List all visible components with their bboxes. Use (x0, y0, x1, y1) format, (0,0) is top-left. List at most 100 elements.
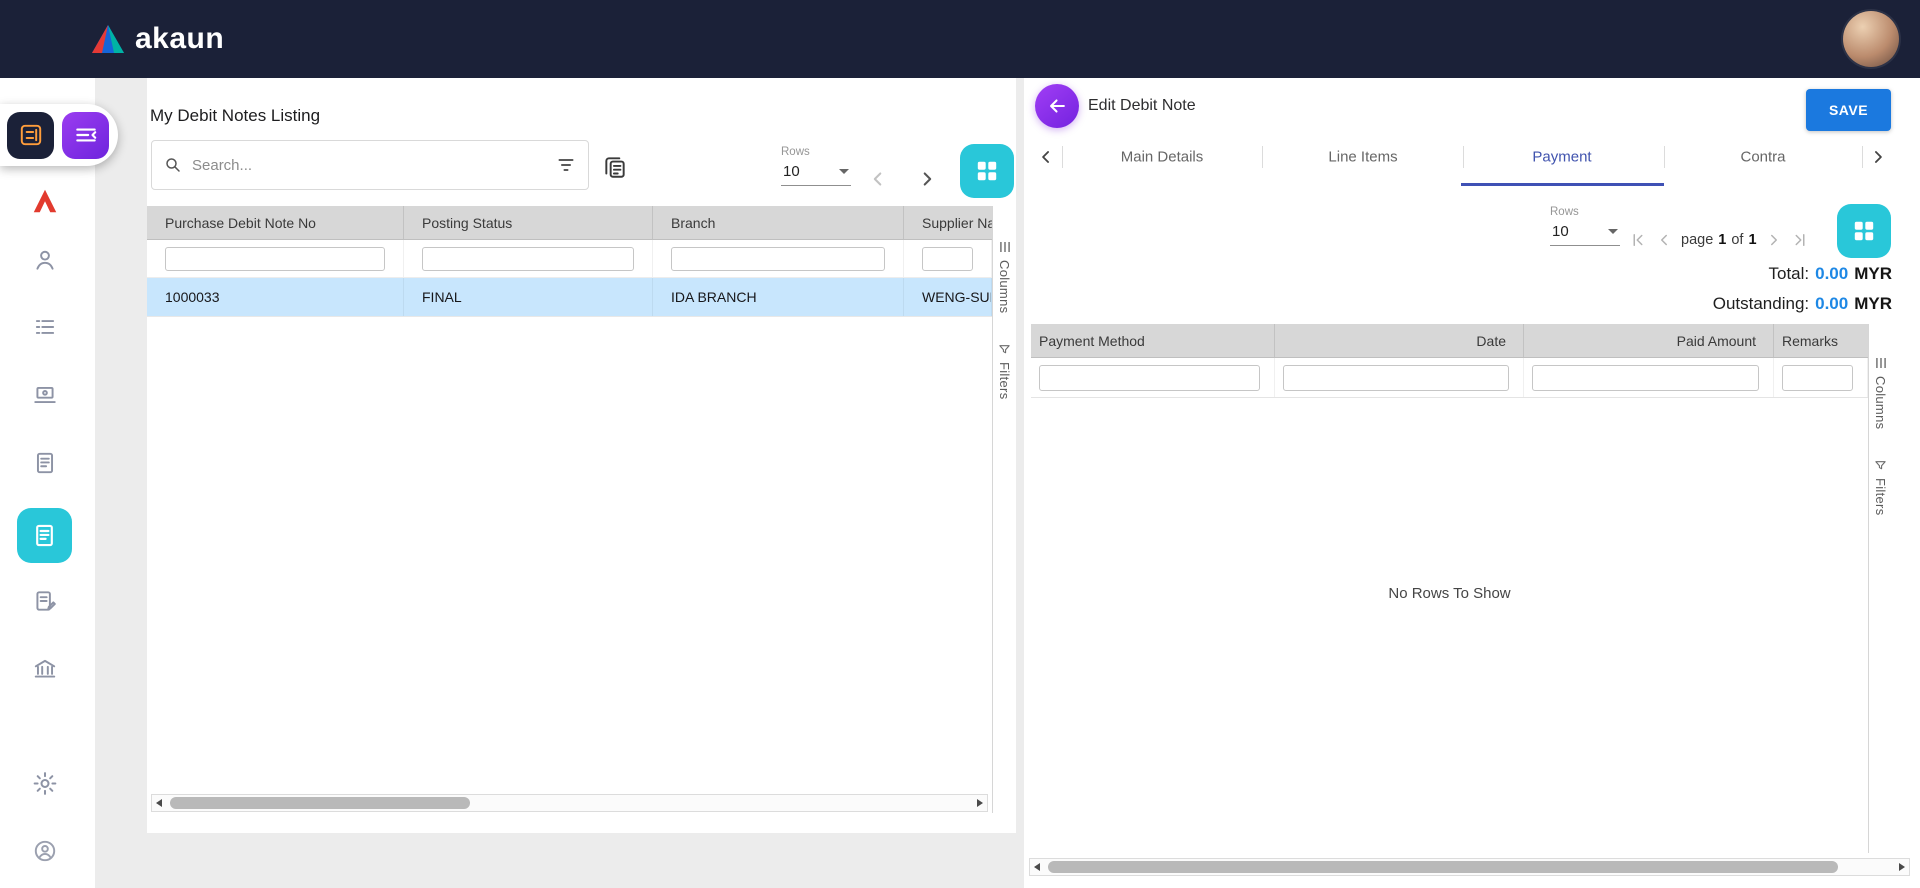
grid-icon (974, 158, 1000, 184)
filter-list-icon[interactable] (556, 155, 576, 175)
sidebar-quick-pill (0, 104, 118, 166)
payments-table: Payment Method Date Paid Amount Remarks (1031, 324, 1868, 398)
gear-icon (32, 770, 59, 797)
filter-input-paid-amount[interactable] (1532, 365, 1759, 391)
horizontal-scrollbar[interactable] (1029, 858, 1910, 876)
columns-tool-tab[interactable]: Columns (1873, 356, 1888, 429)
invoice-icon (31, 522, 58, 549)
scroll-right-arrow[interactable] (1895, 859, 1909, 875)
filter-input-branch[interactable] (671, 247, 885, 271)
outstanding-amount: Outstanding: 0.00 MYR (1713, 294, 1892, 314)
sidebar-item-settings[interactable] (32, 770, 59, 797)
column-header-purchase-debit-note-no[interactable]: Purchase Debit Note No (147, 206, 404, 239)
debit-notes-table: Purchase Debit Note No Posting Status Br… (147, 206, 992, 317)
rows-label: Rows (1550, 206, 1620, 218)
total-currency: MYR (1854, 264, 1892, 284)
filters-tab-label: Filters (997, 362, 1012, 400)
cell-posting-status: FINAL (404, 278, 653, 316)
column-header-supplier-name[interactable]: Supplier Na (904, 206, 992, 239)
column-header-posting-status[interactable]: Posting Status (404, 206, 653, 239)
scrollbar-thumb[interactable] (1048, 861, 1838, 873)
outstanding-value: 0.00 (1815, 294, 1848, 314)
cell-supplier-name: WENG-SUP (904, 278, 992, 316)
sidebar-item-debit-notes-active[interactable] (17, 508, 72, 563)
tab-payment[interactable]: Payment (1532, 149, 1591, 166)
bank-icon (32, 656, 58, 682)
copy-listing-button[interactable] (602, 154, 628, 180)
filter-input-date[interactable] (1283, 365, 1509, 391)
red-logo-icon (30, 186, 60, 216)
column-header-paid-amount[interactable]: Paid Amount (1524, 324, 1774, 357)
chevron-down-icon (1608, 229, 1618, 234)
rows-select[interactable]: 10 (781, 163, 851, 186)
user-avatar[interactable] (1843, 11, 1899, 67)
column-header-branch[interactable]: Branch (653, 206, 904, 239)
previous-page-button[interactable] (867, 168, 889, 190)
person-icon (32, 247, 58, 273)
filter-input-purchase-debit-note-no[interactable] (165, 247, 385, 271)
debit-notes-listing-panel: My Debit Notes Listing Rows 10 (147, 78, 1016, 833)
scroll-right-arrow[interactable] (973, 795, 987, 811)
tab-line-items[interactable]: Line Items (1328, 149, 1397, 166)
sidebar-item-bank[interactable] (32, 656, 58, 682)
next-page-button[interactable] (1765, 231, 1783, 249)
search-bar (151, 140, 589, 190)
filter-input-remarks[interactable] (1782, 365, 1853, 391)
column-header-payment-method[interactable]: Payment Method (1031, 324, 1275, 357)
table-filter-row (1031, 358, 1868, 398)
scroll-left-arrow[interactable] (152, 795, 166, 811)
grid-view-button[interactable] (960, 144, 1014, 198)
outstanding-label: Outstanding: (1713, 294, 1809, 314)
filter-input-posting-status[interactable] (422, 247, 634, 271)
search-input[interactable] (192, 157, 546, 174)
column-header-remarks[interactable]: Remarks (1774, 324, 1868, 357)
scrollbar-thumb[interactable] (170, 797, 470, 809)
cell-branch: IDA BRANCH (653, 278, 904, 316)
sidebar-item-documents[interactable] (32, 588, 58, 614)
chevron-down-icon (839, 169, 849, 174)
page-title: Edit Debit Note (1088, 97, 1196, 115)
table-row-selected[interactable]: 1000033 FINAL IDA BRANCH WENG-SUP (147, 278, 992, 317)
columns-icon (1874, 356, 1888, 370)
topbar: akaun (0, 0, 1920, 78)
sidebar-item-red-app[interactable] (30, 186, 60, 216)
sidebar-item-contacts[interactable] (32, 247, 58, 273)
columns-tool-tab[interactable]: Columns (997, 240, 1012, 313)
active-tab-indicator (1461, 183, 1664, 186)
sidebar-item-pos[interactable] (32, 382, 58, 408)
next-page-button[interactable] (916, 168, 938, 190)
filters-tool-tab[interactable]: Filters (1873, 459, 1888, 516)
tab-contra[interactable]: Contra (1740, 149, 1785, 166)
table-header-row: Payment Method Date Paid Amount Remarks (1031, 324, 1868, 358)
horizontal-scrollbar[interactable] (151, 794, 988, 812)
rows-select[interactable]: 10 (1550, 223, 1620, 246)
tabs-scroll-left-icon[interactable] (1036, 147, 1056, 167)
pagination: page1of1 (1629, 228, 1809, 252)
tab-main-details[interactable]: Main Details (1121, 149, 1204, 166)
back-arrow-icon (1046, 95, 1068, 117)
column-header-date[interactable]: Date (1275, 324, 1524, 357)
first-page-button[interactable] (1629, 231, 1647, 249)
last-page-button[interactable] (1791, 231, 1809, 249)
tabs-scroll-right-icon[interactable] (1868, 147, 1888, 167)
save-button[interactable]: SAVE (1806, 89, 1891, 131)
menu-toggle-button[interactable] (62, 112, 109, 159)
filter-input-payment-method[interactable] (1039, 365, 1260, 391)
filters-tab-label: Filters (1873, 478, 1888, 516)
columns-tab-label: Columns (1873, 376, 1888, 429)
sidebar-item-account[interactable] (32, 838, 58, 864)
filters-tool-tab[interactable]: Filters (997, 343, 1012, 400)
cell-debit-note-no: 1000033 (147, 278, 404, 316)
logo-triangle-icon (90, 23, 126, 55)
previous-page-button[interactable] (1655, 231, 1673, 249)
scroll-left-arrow[interactable] (1030, 859, 1044, 875)
listing-title: My Debit Notes Listing (150, 106, 320, 126)
sidebar-item-listing[interactable] (32, 450, 58, 476)
app-logo[interactable]: akaun (90, 22, 224, 56)
filter-input-supplier-name[interactable] (922, 247, 973, 271)
ledger-shortcut-button[interactable] (7, 112, 54, 159)
grid-view-button[interactable] (1837, 204, 1891, 258)
edit-debit-note-panel: Edit Debit Note SAVE Main Details Line I… (1024, 78, 1920, 888)
back-button[interactable] (1035, 84, 1079, 128)
sidebar-item-ledger[interactable] (32, 314, 58, 340)
